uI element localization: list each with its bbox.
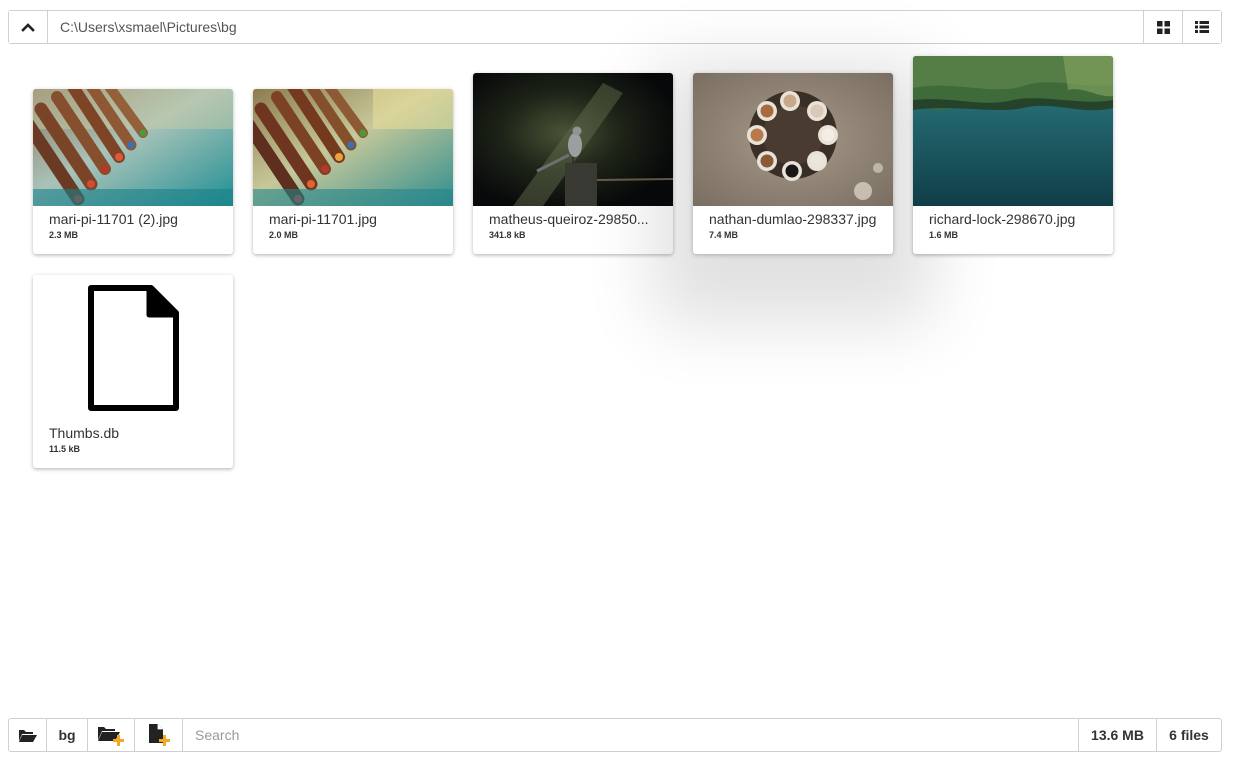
file-name: matheus-queiroz-29850...: [489, 211, 649, 227]
total-size: 13.6 MB: [1078, 719, 1156, 751]
file-card[interactable]: mari-pi-11701 (2).jpg 2.3 MB: [33, 89, 233, 254]
list-view-icon: [1195, 21, 1209, 33]
file-name: mari-pi-11701.jpg: [269, 211, 377, 227]
new-folder-icon: [98, 727, 124, 746]
file-name: nathan-dumlao-298337.jpg: [709, 211, 877, 227]
image-thumbnail: [33, 89, 233, 206]
file-size: 11.5 kB: [49, 444, 81, 454]
file-size: 341.8 kB: [489, 230, 526, 240]
current-folder-label[interactable]: bg: [47, 719, 88, 751]
new-file-icon: [148, 724, 170, 746]
grid-view-icon: [1156, 20, 1170, 34]
path-bar: C:\Users\xsmael\Pictures\bg: [8, 10, 1222, 44]
file-name: mari-pi-11701 (2).jpg: [49, 211, 178, 227]
file-icon: [88, 284, 179, 411]
image-thumbnail: [473, 73, 673, 206]
file-name: Thumbs.db: [49, 425, 120, 441]
file-card[interactable]: mari-pi-11701.jpg 2.0 MB: [253, 89, 453, 254]
search-input[interactable]: [183, 719, 1078, 751]
file-card[interactable]: Thumbs.db 11.5 kB: [33, 275, 233, 468]
file-count: 6 files: [1156, 719, 1221, 751]
image-thumbnail: [253, 89, 453, 206]
list-view-button[interactable]: [1182, 11, 1221, 43]
go-up-button[interactable]: [9, 11, 48, 43]
grid-view-button[interactable]: [1143, 11, 1182, 43]
file-size: 2.3 MB: [49, 230, 79, 240]
file-card[interactable]: nathan-dumlao-298337.jpg 7.4 MB: [693, 73, 893, 254]
image-thumbnail: [913, 56, 1113, 206]
image-thumbnail: [693, 73, 893, 206]
file-card[interactable]: richard-lock-298670.jpg 1.6 MB: [913, 56, 1113, 254]
chevron-up-icon: [21, 23, 35, 32]
open-folder-button[interactable]: [9, 719, 47, 751]
folder-name: bg: [58, 727, 76, 743]
file-name: richard-lock-298670.jpg: [929, 211, 1076, 227]
current-path[interactable]: C:\Users\xsmael\Pictures\bg: [48, 11, 1143, 43]
file-size: 2.0 MB: [269, 230, 299, 240]
new-file-button[interactable]: [135, 719, 183, 751]
file-size: 1.6 MB: [929, 230, 959, 240]
status-bar: bg 13.6 MB 6 files: [8, 718, 1222, 752]
file-card[interactable]: matheus-queiroz-29850... 341.8 kB: [473, 73, 673, 254]
file-size: 7.4 MB: [709, 230, 739, 240]
folder-open-icon: [19, 729, 37, 742]
new-folder-button[interactable]: [88, 719, 135, 751]
file-thumbnail: [33, 275, 233, 420]
